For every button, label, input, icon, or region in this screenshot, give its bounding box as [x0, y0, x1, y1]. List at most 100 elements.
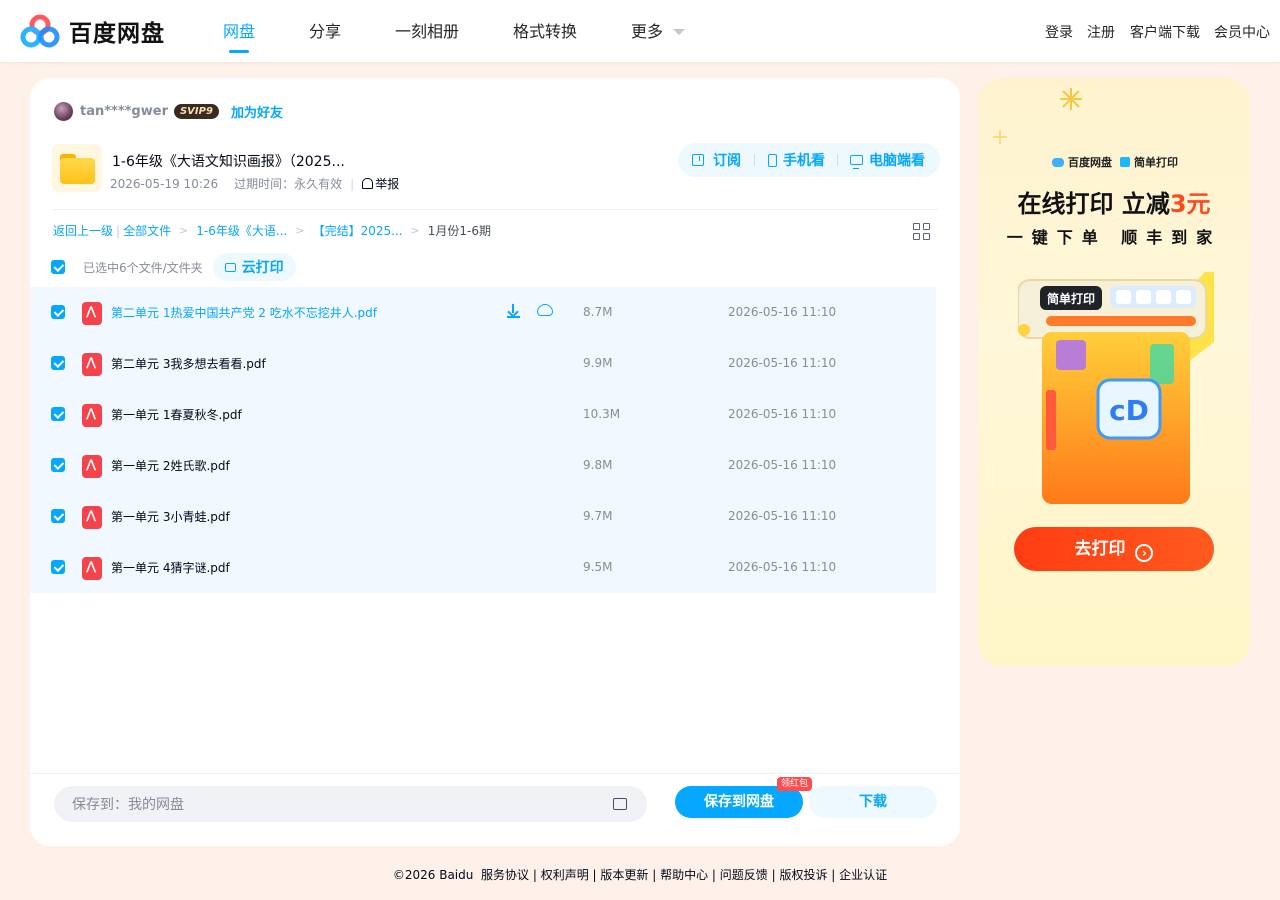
file-size: 9.5M: [583, 560, 613, 574]
brand-name: 百度网盘: [69, 21, 165, 47]
selected-count: 已选中6个文件/文件夹: [83, 260, 203, 275]
file-row[interactable]: 第一单元 1春夏秋冬.pdf 10.3M 2026-05-16 11:10: [30, 389, 936, 440]
row-checkbox[interactable]: [51, 305, 65, 319]
file-name[interactable]: 第一单元 4猜字谜.pdf: [111, 559, 230, 576]
illus-label: 简单打印: [1047, 291, 1095, 306]
cloud-save-icon[interactable]: [537, 304, 553, 316]
breadcrumb-back[interactable]: 返回上一级: [53, 222, 113, 239]
nav-netdisk[interactable]: 网盘: [223, 18, 255, 42]
select-all-checkbox[interactable]: [51, 260, 65, 274]
page-footer: ©2026 Baidu 服务协议 | 权利声明 | 版本更新 | 帮助中心 | …: [392, 868, 888, 882]
avatar[interactable]: [54, 102, 73, 121]
add-friend-link[interactable]: 加为好友: [231, 102, 283, 121]
file-name[interactable]: 第二单元 3我多想去看看.pdf: [111, 355, 266, 372]
mobile-view-label: 手机看: [783, 153, 825, 169]
action-divider: [754, 154, 755, 166]
arrow-circle-icon: ›: [1135, 544, 1154, 562]
ad-brand-right: 简单打印: [1134, 156, 1178, 169]
file-row[interactable]: 第一单元 2姓氏歌.pdf 9.8M 2026-05-16 11:10: [30, 440, 936, 491]
footer-link-rights[interactable]: 权利声明: [541, 868, 589, 882]
breadcrumb-separator: |: [116, 223, 121, 238]
ad-subline: 一键下单 顺丰到家: [1006, 228, 1222, 247]
row-checkbox[interactable]: [51, 458, 65, 472]
breadcrumb-level-2[interactable]: 【完结】2025...: [313, 222, 403, 239]
footer-link-updates[interactable]: 版本更新: [600, 868, 648, 882]
subscribe-button[interactable]: 订阅: [692, 150, 741, 170]
nav-format-convert[interactable]: 格式转换: [513, 18, 577, 42]
sparkle-decoration-icon: [993, 88, 1082, 144]
ad-headline: 在线打印 立减3元: [978, 184, 1250, 219]
login-link[interactable]: 登录: [1045, 22, 1073, 42]
logo-icon: [20, 14, 60, 48]
footer-link-enterprise[interactable]: 企业认证: [839, 868, 887, 882]
baidu-netdisk-logo[interactable]: 百度网盘: [20, 14, 165, 48]
file-row[interactable]: 第二单元 1热爱中国共产党 2 吃水不忘挖井人.pdf 8.7M 2026-05…: [30, 287, 936, 338]
active-nav-indicator: [229, 50, 249, 53]
row-checkbox[interactable]: [51, 560, 65, 574]
row-checkbox[interactable]: [51, 407, 65, 421]
nav-more[interactable]: 更多: [631, 18, 663, 42]
sharer-info: tan****gwer SVIP9 加为好友: [54, 102, 283, 121]
row-checkbox[interactable]: [51, 509, 65, 523]
pdf-file-icon: [82, 302, 102, 325]
ad-headline-text: 在线打印 立减: [1017, 190, 1170, 218]
footer-link-feedback[interactable]: 问题反馈: [720, 868, 768, 882]
breadcrumb: 返回上一级 | 全部文件 > 1-6年级《大语... > 【完结】2025...…: [53, 222, 491, 239]
ad-brand-left: 百度网盘: [1068, 156, 1112, 169]
sharer-name[interactable]: tan****gwer: [80, 104, 168, 119]
row-checkbox[interactable]: [51, 356, 65, 370]
file-row[interactable]: 第一单元 3小青蛙.pdf 9.7M 2026-05-16 11:10: [30, 491, 936, 542]
share-title: 1-6年级《大语文知识画报》（2025...: [112, 154, 345, 170]
client-download-link[interactable]: 客户端下载: [1130, 22, 1200, 42]
grid-view-icon[interactable]: [913, 223, 930, 240]
cloud-print-button[interactable]: 云打印: [212, 253, 296, 281]
breadcrumb-current: 1月份1-6期: [427, 224, 492, 238]
file-name[interactable]: 第一单元 2姓氏歌.pdf: [111, 457, 230, 474]
member-center-link[interactable]: 会员中心: [1214, 22, 1270, 42]
nav-share[interactable]: 分享: [309, 18, 341, 42]
breadcrumb-level-1[interactable]: 1-6年级《大语...: [196, 222, 287, 239]
svip-badge: SVIP9: [173, 104, 219, 119]
chevron-right-icon: >: [295, 224, 305, 237]
file-row[interactable]: 第一单元 4猜字谜.pdf 9.5M 2026-05-16 11:10: [30, 542, 936, 593]
view-actions: 订阅 手机看 电脑端看: [678, 143, 940, 177]
file-time: 2026-05-16 11:10: [728, 305, 837, 319]
download-button[interactable]: 下载: [809, 786, 937, 818]
subscribe-label: 订阅: [713, 153, 741, 169]
file-name[interactable]: 第一单元 3小青蛙.pdf: [111, 508, 230, 525]
pdf-file-icon: [82, 455, 102, 478]
footer-link-help[interactable]: 帮助中心: [660, 868, 708, 882]
file-time: 2026-05-16 11:10: [728, 407, 837, 421]
pdf-file-icon: [82, 557, 102, 580]
download-icon[interactable]: [507, 304, 520, 318]
chevron-down-icon[interactable]: [673, 29, 685, 35]
file-time: 2026-05-16 11:10: [728, 509, 837, 523]
print-ad-banner[interactable]: 百度网盘 简单打印 在线打印 立减3元 一键下单 顺丰到家 简单打印 cD 去打…: [978, 78, 1250, 666]
mobile-view-button[interactable]: 手机看: [768, 150, 825, 170]
folder-icon[interactable]: [613, 798, 627, 810]
file-name[interactable]: 第二单元 1热爱中国共产党 2 吃水不忘挖井人.pdf: [111, 304, 377, 321]
chevron-right-icon: >: [410, 224, 420, 237]
file-name[interactable]: 第一单元 1春夏秋冬.pdf: [111, 406, 242, 423]
copyright: ©2026 Baidu: [392, 868, 474, 882]
subscribe-icon: [692, 154, 704, 166]
monitor-icon: [850, 155, 863, 169]
pdf-file-icon: [82, 404, 102, 427]
file-time: 2026-05-16 11:10: [728, 560, 837, 574]
share-meta: 2026-05-19 10:26 过期时间：永久有效 | 举报: [110, 175, 399, 192]
share-created-time: 2026-05-19 10:26: [110, 176, 219, 191]
file-row[interactable]: 第二单元 3我多想去看看.pdf 9.9M 2026-05-16 11:10: [30, 338, 936, 389]
save-path-selector[interactable]: 保存到：我的网盘: [54, 786, 647, 822]
file-size: 9.7M: [583, 509, 613, 523]
meta-divider: |: [350, 176, 355, 191]
save-bar: 保存到：我的网盘 保存到网盘 领红包 下载: [30, 773, 960, 846]
register-link[interactable]: 注册: [1087, 22, 1115, 42]
footer-link-terms[interactable]: 服务协议: [481, 868, 529, 882]
nav-album[interactable]: 一刻相册: [395, 18, 459, 42]
report-button[interactable]: 举报: [362, 175, 399, 192]
go-print-label: 去打印: [1074, 539, 1126, 559]
breadcrumb-all-files[interactable]: 全部文件: [123, 222, 171, 239]
desktop-view-button[interactable]: 电脑端看: [850, 150, 925, 170]
footer-link-copyright-complaint[interactable]: 版权投诉: [779, 868, 827, 882]
go-print-button[interactable]: 去打印 ›: [1014, 527, 1214, 571]
